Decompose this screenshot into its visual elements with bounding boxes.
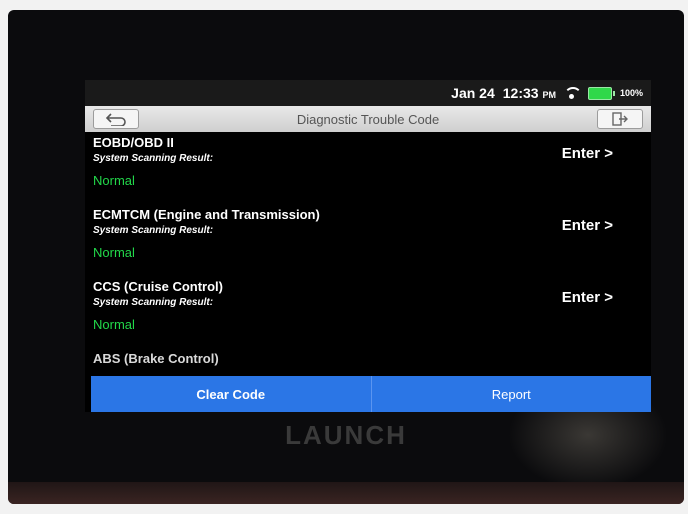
- tablet-device: Jan 24 12:33 PM 100% Diagnostic Trouble …: [8, 10, 684, 504]
- clear-code-button[interactable]: Clear Code: [91, 376, 372, 412]
- action-bar: Clear Code Report: [91, 376, 651, 412]
- report-button[interactable]: Report: [371, 376, 651, 412]
- status-bar: Jan 24 12:33 PM 100%: [85, 80, 651, 106]
- page-title: Diagnostic Trouble Code: [296, 111, 440, 127]
- enter-button[interactable]: Enter >: [562, 217, 613, 234]
- list-item[interactable]: ABS (Brake Control): [85, 348, 651, 368]
- screen: Jan 24 12:33 PM 100% Diagnostic Trouble …: [85, 80, 651, 412]
- back-button[interactable]: [93, 109, 139, 129]
- status-text: Normal: [93, 245, 135, 260]
- list-item[interactable]: EOBD/OBD II System Scanning Result: Norm…: [85, 132, 651, 204]
- back-arrow-icon: [105, 113, 126, 126]
- enter-button[interactable]: Enter >: [562, 145, 613, 162]
- system-list: EOBD/OBD II System Scanning Result: Norm…: [85, 132, 651, 386]
- list-item[interactable]: ECMTCM (Engine and Transmission) System …: [85, 204, 651, 276]
- wifi-icon: [563, 87, 582, 99]
- exit-button[interactable]: [597, 109, 643, 129]
- list-item[interactable]: CCS (Cruise Control) System Scanning Res…: [85, 276, 651, 348]
- status-date: Jan 24: [451, 85, 495, 101]
- device-brand-logo: LAUNCH: [285, 420, 407, 450]
- enter-button[interactable]: Enter >: [562, 289, 613, 306]
- status-text: Normal: [93, 317, 135, 332]
- battery-level: 100%: [619, 88, 643, 98]
- device-bezel-bottom: [8, 482, 684, 504]
- system-name: ABS (Brake Control): [93, 351, 219, 366]
- status-text: Normal: [93, 173, 135, 188]
- title-bar: Diagnostic Trouble Code: [85, 106, 651, 132]
- status-time: 12:33 PM: [502, 85, 556, 101]
- battery-icon: [587, 86, 615, 100]
- exit-icon: [612, 112, 628, 126]
